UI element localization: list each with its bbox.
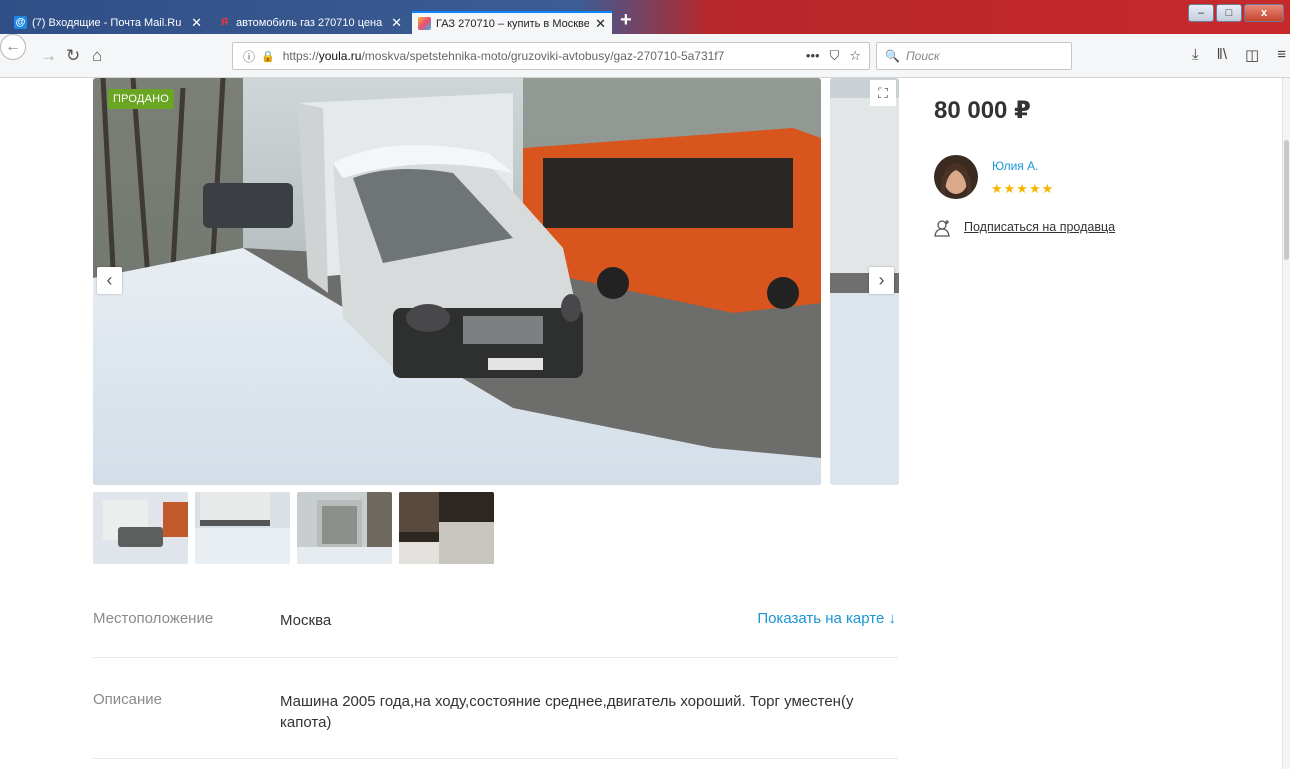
divider xyxy=(93,758,898,759)
tab-title: (7) Входящие - Почта Mail.Ru xyxy=(32,16,182,29)
navigation-toolbar: ← → ↻ ⌂ ⓘ 🔒 https://youla.ru/moskva/spet… xyxy=(0,34,1290,78)
fullscreen-icon[interactable]: ⛶ xyxy=(870,80,896,106)
menu-icon[interactable]: ≡ xyxy=(1277,46,1286,64)
location-label: Местоположение xyxy=(93,610,214,627)
subscribe-user-icon[interactable] xyxy=(934,219,952,242)
minimize-button[interactable]: – xyxy=(1188,4,1214,22)
youla-favicon-icon xyxy=(418,17,431,30)
thumbnail-image xyxy=(399,492,494,564)
tab-yandex[interactable]: Я автомобиль газ 270710 цена - ✕ xyxy=(212,11,408,34)
library-icon[interactable]: ‖\ xyxy=(1217,46,1227,64)
thumbnail-2[interactable] xyxy=(195,492,290,564)
photo-gallery: ПРОДАНО ‹ › ⛶ xyxy=(93,78,899,485)
description-text: Машина 2005 года,на ходу,состояние средн… xyxy=(280,693,854,731)
close-window-button[interactable]: x xyxy=(1244,4,1284,22)
url-path: /moskva/spetstehnika-moto/gruzoviki-avto… xyxy=(361,49,725,63)
thumbnail-1[interactable] xyxy=(93,492,188,564)
mail-favicon-icon: @ xyxy=(14,16,27,29)
page-actions-icon[interactable]: ••• xyxy=(806,48,820,64)
search-placeholder: Поиск xyxy=(905,49,940,63)
lock-icon: 🔒 xyxy=(261,50,275,63)
url-domain: youla.ru xyxy=(318,49,362,63)
tab-close-icon[interactable]: ✕ xyxy=(191,15,202,31)
location-value: Москва xyxy=(280,612,332,629)
show-on-map-link[interactable]: Показать на карте ↓ xyxy=(757,610,896,627)
divider xyxy=(93,657,898,658)
home-icon[interactable]: ⌂ xyxy=(92,46,102,66)
thumbnail-strip xyxy=(93,492,494,564)
sold-badge: ПРОДАНО xyxy=(108,89,175,109)
tab-close-icon[interactable]: ✕ xyxy=(391,15,402,31)
forward-arrow-icon[interactable]: → xyxy=(40,46,57,66)
location-row: Местоположение Москва Показать на карте … xyxy=(93,610,898,632)
sidebar-icon[interactable]: ◫ xyxy=(1245,46,1259,64)
thumbnail-image xyxy=(297,492,392,564)
tab-close-icon[interactable]: ✕ xyxy=(595,16,606,32)
pocket-icon[interactable]: ⛉ xyxy=(830,48,840,64)
description-row: Описание Машина 2005 года,на ходу,состоя… xyxy=(93,691,898,741)
back-arrow-icon[interactable]: ← xyxy=(0,34,26,60)
seller-rating-stars: ★★★★★ xyxy=(991,181,1055,196)
address-bar[interactable]: ⓘ 🔒 https://youla.ru/moskva/spetstehnika… xyxy=(232,42,870,70)
subscribe-to-seller-link[interactable]: Подписаться на продавца xyxy=(964,220,1115,234)
site-info-icon[interactable]: ⓘ xyxy=(243,48,255,65)
tab-title: ГАЗ 270710 – купить в Москве xyxy=(436,17,590,30)
price: 80 000 ₽ xyxy=(934,97,1031,124)
truck-photo-image xyxy=(93,78,821,485)
seller-name-link[interactable]: Юлия А. xyxy=(992,159,1038,173)
thumbnail-4[interactable] xyxy=(399,492,494,564)
yandex-favicon-icon: Я xyxy=(220,17,229,28)
next-photo-button[interactable]: › xyxy=(869,267,894,294)
url-text[interactable]: https://youla.ru/moskva/spetstehnika-mot… xyxy=(283,49,773,63)
url-prefix: https:// xyxy=(282,49,319,63)
thumbnail-image xyxy=(93,492,188,564)
window-controls: – □ x xyxy=(1188,4,1284,22)
tab-title: автомобиль газ 270710 цена - xyxy=(236,16,386,29)
avatar-image xyxy=(934,155,978,199)
bookmark-star-icon[interactable]: ☆ xyxy=(849,48,861,64)
thumbnail-image xyxy=(195,492,290,564)
seller-avatar[interactable] xyxy=(934,155,978,199)
tab-youla[interactable]: ГАЗ 270710 – купить в Москве ✕ xyxy=(412,11,612,34)
scrollbar-thumb[interactable] xyxy=(1284,140,1289,260)
tab-mail[interactable]: @ (7) Входящие - Почта Mail.Ru ✕ xyxy=(8,11,208,34)
description-label: Описание xyxy=(93,691,163,708)
main-photo[interactable]: ПРОДАНО xyxy=(93,78,821,485)
prev-photo-button[interactable]: ‹ xyxy=(97,267,122,294)
reload-icon[interactable]: ↻ xyxy=(66,46,80,66)
new-tab-button[interactable]: + xyxy=(620,9,632,31)
search-input[interactable]: 🔍 Поиск xyxy=(876,42,1072,70)
maximize-button[interactable]: □ xyxy=(1216,4,1242,22)
tab-strip: @ (7) Входящие - Почта Mail.Ru ✕ Я автом… xyxy=(0,0,1290,34)
toolbar-icons: ⤓ ‖\ ◫ ≡ xyxy=(1192,46,1286,64)
search-icon: 🔍 xyxy=(885,49,900,63)
download-icon[interactable]: ⤓ xyxy=(1192,46,1199,64)
thumbnail-3[interactable] xyxy=(297,492,392,564)
